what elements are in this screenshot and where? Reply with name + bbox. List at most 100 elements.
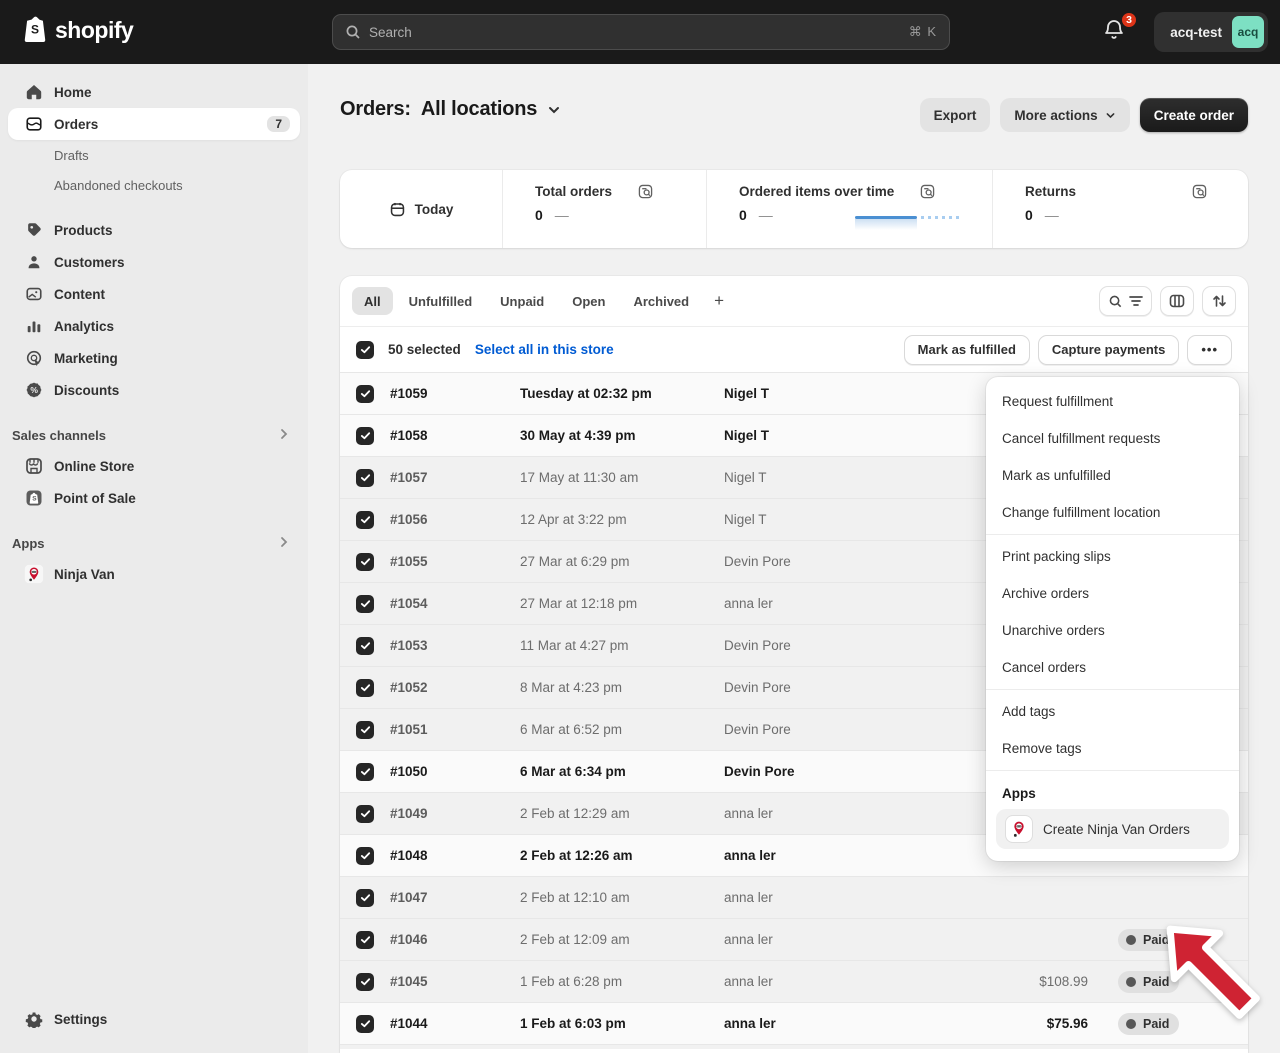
export-button[interactable]: Export (920, 98, 991, 132)
menu-item-mark-as-unfulfilled[interactable]: Mark as unfulfilled (986, 457, 1239, 494)
row-checkbox[interactable] (356, 511, 374, 529)
sidebar-item-label: Discounts (54, 383, 119, 398)
row-checkbox[interactable] (356, 847, 374, 865)
sidebar-item-customers[interactable]: Customers (8, 246, 300, 278)
sidebar-item-marketing[interactable]: Marketing (8, 342, 300, 374)
row-checkbox[interactable] (356, 385, 374, 403)
capture-payments-button[interactable]: Capture payments (1038, 335, 1179, 365)
search-shortcut: ⌘ K (909, 24, 937, 40)
order-number: #1052 (374, 680, 520, 695)
row-checkbox[interactable] (356, 931, 374, 949)
sidebar-item-ninja-van[interactable]: Ninja Van (8, 558, 300, 590)
gear-icon (24, 1009, 44, 1029)
date-range-button[interactable]: Today (340, 170, 503, 248)
tab-all[interactable]: All (352, 287, 393, 315)
shopify-logo[interactable]: S shopify (22, 16, 133, 44)
tab-unpaid[interactable]: Unpaid (488, 287, 556, 315)
metric-ordered-items[interactable]: Ordered items over time 0— (707, 170, 993, 248)
menu-item-add-tags[interactable]: Add tags (986, 693, 1239, 730)
sort-button[interactable] (1202, 286, 1236, 316)
sidebar-item-online-store[interactable]: Online Store (8, 450, 300, 482)
apps-header[interactable]: Apps (8, 528, 300, 558)
content-icon (24, 284, 44, 304)
columns-button[interactable] (1160, 286, 1194, 316)
paid-status-dot (1126, 935, 1136, 945)
table-row[interactable]: #1045 1 Feb at 6:28 pm anna ler $108.99 … (340, 960, 1248, 1002)
order-customer: Nigel T (724, 512, 978, 527)
order-number: #1046 (374, 932, 520, 947)
order-date: 12 Apr at 3:22 pm (520, 512, 724, 527)
metric-total-orders[interactable]: Total orders 0— (503, 170, 707, 248)
sidebar-item-label: Marketing (54, 351, 118, 366)
row-checkbox[interactable] (356, 721, 374, 739)
row-checkbox[interactable] (356, 469, 374, 487)
tab-unfulfilled[interactable]: Unfulfilled (397, 287, 485, 315)
order-date: 6 Mar at 6:52 pm (520, 722, 724, 737)
account-menu-button[interactable]: acq-test acq (1154, 12, 1268, 52)
sales-channels-header[interactable]: Sales channels (8, 420, 300, 450)
table-row[interactable]: #1047 2 Feb at 12:10 am anna ler (340, 876, 1248, 918)
row-checkbox[interactable] (356, 679, 374, 697)
selected-count: 50 selected (388, 342, 461, 357)
sidebar-item-abandoned-checkouts[interactable]: Abandoned checkouts (8, 170, 300, 200)
sidebar-item-label: Home (54, 85, 92, 100)
sidebar-item-point-of-sale[interactable]: S Point of Sale (8, 482, 300, 514)
row-checkbox[interactable] (356, 1015, 374, 1033)
search-icon (345, 24, 361, 40)
table-row[interactable]: #1044 1 Feb at 6:03 pm anna ler $75.96 P… (340, 1002, 1248, 1044)
menu-item-print-packing-slips[interactable]: Print packing slips (986, 538, 1239, 575)
sidebar-item-drafts[interactable]: Drafts (8, 140, 300, 170)
row-checkbox[interactable] (356, 553, 374, 571)
row-checkbox[interactable] (356, 805, 374, 823)
sidebar-item-label: Content (54, 287, 105, 302)
row-checkbox[interactable] (356, 889, 374, 907)
more-actions-button[interactable]: More actions (1000, 98, 1129, 132)
select-all-checkbox[interactable] (356, 341, 374, 359)
menu-item-archive-orders[interactable]: Archive orders (986, 575, 1239, 612)
menu-item-create-ninja-van-orders[interactable]: Create Ninja Van Orders (996, 809, 1229, 849)
menu-item-remove-tags[interactable]: Remove tags (986, 730, 1239, 767)
menu-item-unarchive-orders[interactable]: Unarchive orders (986, 612, 1239, 649)
row-checkbox[interactable] (356, 595, 374, 613)
search-input[interactable] (369, 25, 901, 40)
create-order-button[interactable]: Create order (1140, 98, 1248, 132)
sidebar-item-discounts[interactable]: % Discounts (8, 374, 300, 406)
ninja-van-icon (24, 564, 44, 584)
row-checkbox[interactable] (356, 427, 374, 445)
global-search[interactable]: ⌘ K (332, 14, 950, 50)
sidebar-item-products[interactable]: Products (8, 214, 300, 246)
select-all-store-link[interactable]: Select all in this store (475, 342, 614, 357)
menu-apps-header: Apps (986, 774, 1239, 805)
table-row[interactable]: #1046 2 Feb at 12:09 am anna ler Paid (340, 918, 1248, 960)
sidebar-item-home[interactable]: Home (8, 76, 300, 108)
person-icon (24, 252, 44, 272)
order-customer: anna ler (724, 596, 978, 611)
page-title-location-selector[interactable]: Orders: All locations (340, 98, 561, 121)
tab-archived[interactable]: Archived (621, 287, 701, 315)
bar-chart-icon (24, 316, 44, 336)
menu-item-cancel-orders[interactable]: Cancel orders (986, 649, 1239, 686)
stats-card: Today Total orders 0— Ordered items over… (340, 170, 1248, 248)
row-checkbox[interactable] (356, 637, 374, 655)
sidebar-item-content[interactable]: Content (8, 278, 300, 310)
metric-returns[interactable]: Returns 0— (993, 170, 1243, 248)
table-row-partial (340, 1044, 1248, 1049)
row-checkbox[interactable] (356, 973, 374, 991)
sidebar-item-orders[interactable]: Orders 7 (8, 108, 300, 140)
menu-item-request-fulfillment[interactable]: Request fulfillment (986, 383, 1239, 420)
more-bulk-actions-button[interactable]: ••• (1187, 335, 1232, 365)
sort-arrows-icon (1212, 294, 1227, 308)
tab-open[interactable]: Open (560, 287, 617, 315)
notifications-button[interactable]: 3 (1102, 18, 1132, 48)
report-search-icon (1192, 184, 1207, 199)
add-view-button[interactable]: + (705, 287, 733, 315)
search-filter-button[interactable] (1099, 286, 1152, 316)
sidebar-item-settings[interactable]: Settings (8, 1003, 300, 1035)
mark-as-fulfilled-button[interactable]: Mark as fulfilled (904, 335, 1030, 365)
sidebar-item-analytics[interactable]: Analytics (8, 310, 300, 342)
menu-item-change-fulfillment-location[interactable]: Change fulfillment location (986, 494, 1239, 531)
sidebar-item-label: Customers (54, 255, 125, 270)
svg-text:%: % (30, 385, 38, 395)
row-checkbox[interactable] (356, 763, 374, 781)
menu-item-cancel-fulfillment-requests[interactable]: Cancel fulfillment requests (986, 420, 1239, 457)
